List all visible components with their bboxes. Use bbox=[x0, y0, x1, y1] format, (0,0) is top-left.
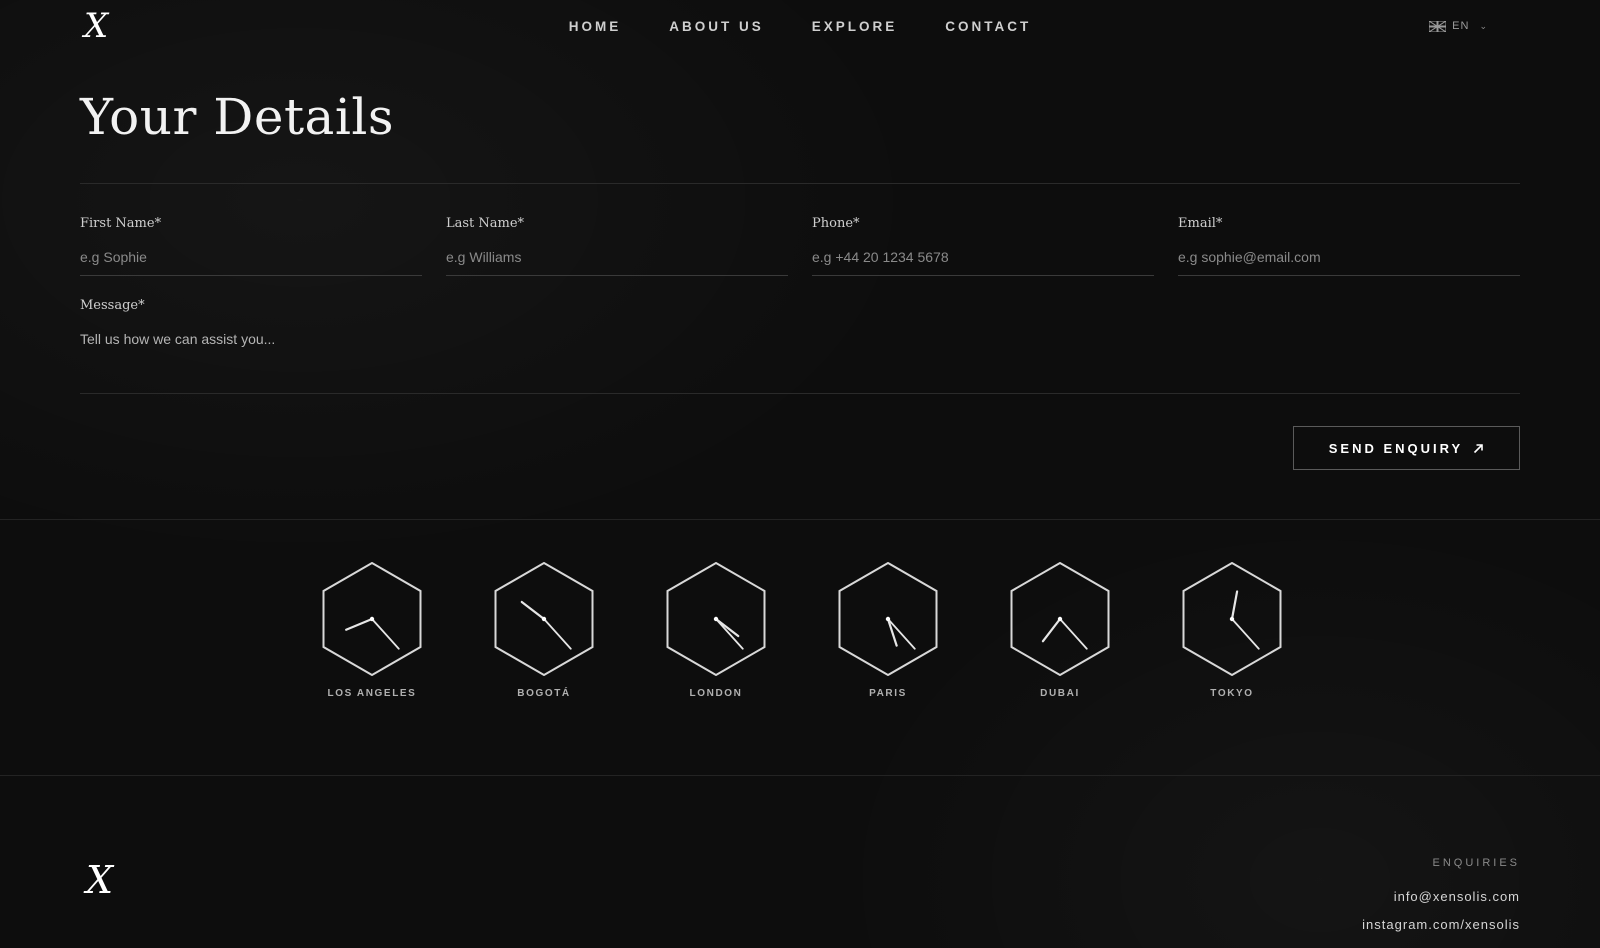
clock-center-dot bbox=[713, 616, 719, 622]
minute-hand bbox=[1059, 618, 1088, 650]
phone-input[interactable] bbox=[812, 245, 1154, 276]
hour-hand bbox=[1230, 590, 1239, 621]
nav-about-us[interactable]: ABOUT US bbox=[669, 19, 764, 34]
email-input[interactable] bbox=[1178, 245, 1520, 276]
hour-hand bbox=[1041, 617, 1062, 643]
nav-explore[interactable]: EXPLORE bbox=[812, 19, 898, 34]
first-name-field: First Name* bbox=[80, 216, 422, 276]
main-nav: HOME ABOUT US EXPLORE CONTACT bbox=[0, 19, 1600, 34]
hexagon-clock-icon bbox=[838, 562, 938, 676]
chevron-down-icon: ⌄ bbox=[1479, 20, 1488, 31]
clock-center-dot bbox=[369, 616, 375, 622]
first-name-label: First Name* bbox=[80, 216, 162, 231]
clock-city-label: TOKYO bbox=[1210, 688, 1254, 699]
clock-center-dot bbox=[885, 616, 891, 622]
hour-hand bbox=[520, 600, 546, 621]
message-divider bbox=[80, 393, 1520, 394]
message-label: Message* bbox=[80, 298, 145, 313]
clock-center-dot bbox=[1057, 616, 1063, 622]
minute-hand bbox=[715, 618, 744, 650]
hour-hand bbox=[345, 617, 374, 631]
footer-logo[interactable]: X bbox=[86, 858, 113, 902]
world-clocks: LOS ANGELES BOGOTÁ LONDON PARIS DUBAI TO… bbox=[316, 562, 1284, 712]
clock-bogota: BOGOTÁ bbox=[488, 562, 600, 699]
email-field: Email* bbox=[1178, 216, 1520, 276]
clock-city-label: LOS ANGELES bbox=[327, 688, 417, 699]
last-name-label: Last Name* bbox=[446, 216, 525, 231]
section-divider-bottom bbox=[0, 775, 1600, 776]
minute-hand bbox=[371, 618, 400, 650]
minute-hand bbox=[1231, 618, 1260, 650]
arrow-up-right-icon bbox=[1474, 443, 1484, 453]
section-divider-top bbox=[0, 519, 1600, 520]
clock-city-label: DUBAI bbox=[1040, 688, 1080, 699]
language-code: EN bbox=[1452, 20, 1470, 32]
last-name-input[interactable] bbox=[446, 245, 788, 276]
hexagon-clock-icon bbox=[322, 562, 422, 676]
instagram-link[interactable]: instagram.com/xensolis bbox=[1362, 917, 1520, 932]
clock-city-label: PARIS bbox=[869, 688, 907, 699]
first-name-input[interactable] bbox=[80, 245, 422, 276]
footer-contact: ENQUIRIES info@xensolis.com instagram.co… bbox=[1362, 857, 1520, 945]
phone-label: Phone* bbox=[812, 216, 860, 231]
clock-london: LONDON bbox=[660, 562, 772, 699]
nav-contact[interactable]: CONTACT bbox=[945, 19, 1031, 34]
last-name-field: Last Name* bbox=[446, 216, 788, 276]
clock-city-label: BOGOTÁ bbox=[517, 688, 571, 699]
send-enquiry-button[interactable]: SEND ENQUIRY bbox=[1293, 426, 1520, 470]
minute-hand bbox=[543, 618, 572, 650]
hexagon-clock-icon bbox=[1182, 562, 1282, 676]
clock-dubai: DUBAI bbox=[1004, 562, 1116, 699]
clock-tokyo: TOKYO bbox=[1176, 562, 1288, 699]
hexagon-clock-icon bbox=[666, 562, 766, 676]
page-title: Your Details bbox=[80, 88, 394, 146]
clock-paris: PARIS bbox=[832, 562, 944, 699]
nav-home[interactable]: HOME bbox=[569, 19, 622, 34]
clock-center-dot bbox=[541, 616, 547, 622]
clock-center-dot bbox=[1229, 616, 1235, 622]
hexagon-clock-icon bbox=[1010, 562, 1110, 676]
language-selector[interactable]: EN ⌄ bbox=[1429, 20, 1488, 32]
clock-city-label: LONDON bbox=[689, 688, 743, 699]
email-label: Email* bbox=[1178, 216, 1223, 231]
email-link[interactable]: info@xensolis.com bbox=[1362, 889, 1520, 904]
message-input[interactable] bbox=[80, 327, 1520, 383]
message-field: Message* bbox=[80, 298, 1520, 383]
enquiries-label: ENQUIRIES bbox=[1432, 857, 1520, 869]
send-enquiry-label: SEND ENQUIRY bbox=[1328, 440, 1464, 456]
site-header: X HOME ABOUT US EXPLORE CONTACT EN ⌄ bbox=[0, 0, 1600, 56]
title-divider bbox=[80, 183, 1520, 184]
phone-field: Phone* bbox=[812, 216, 1154, 276]
hexagon-clock-icon bbox=[494, 562, 594, 676]
uk-flag-icon bbox=[1429, 20, 1447, 32]
clock-los-angeles: LOS ANGELES bbox=[316, 562, 428, 699]
